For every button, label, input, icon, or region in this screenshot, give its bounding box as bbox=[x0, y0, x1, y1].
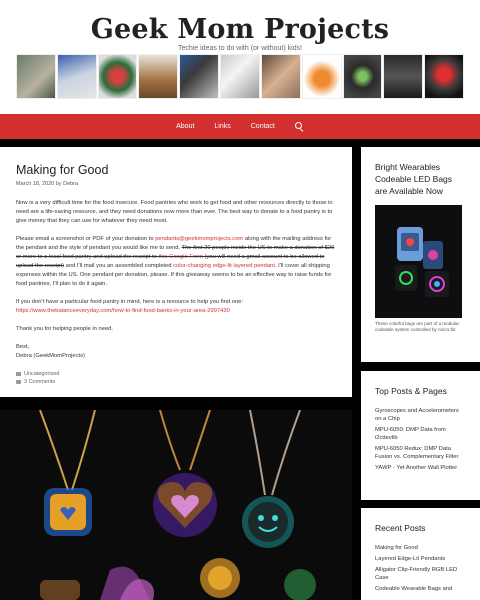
image-caption: These colorful bags are part of a modula… bbox=[375, 321, 460, 332]
nav-item-contact[interactable]: Contact bbox=[251, 123, 275, 130]
banner-tile bbox=[424, 54, 464, 99]
banner-tile bbox=[301, 54, 342, 99]
site-tagline: Techie ideas to do with (or without) kid… bbox=[177, 45, 303, 52]
email-link[interactable]: pendants@geekmomprojects.com bbox=[155, 236, 243, 242]
p2-text-c: and I'll mail you an assembled completed bbox=[64, 263, 174, 269]
google-form-link[interactable]: this Google Form bbox=[158, 254, 202, 260]
category-link[interactable]: Uncategorized bbox=[24, 370, 59, 378]
by-label: by bbox=[55, 181, 62, 187]
banner-tile bbox=[97, 54, 138, 99]
banner-tile bbox=[260, 54, 301, 99]
banner-tile bbox=[179, 54, 220, 99]
signature: Best, Debra (GeekMomProjects) bbox=[16, 343, 336, 361]
search-icon[interactable] bbox=[294, 122, 304, 131]
featured-image bbox=[0, 410, 352, 600]
led-bags-image[interactable] bbox=[375, 205, 462, 318]
article-title[interactable]: Making for Good bbox=[16, 163, 336, 177]
list-item[interactable]: Gyroscopes and Accelerometers on a Chip bbox=[375, 407, 464, 423]
banner-tile bbox=[56, 54, 97, 99]
nav-item-about[interactable]: About bbox=[176, 123, 194, 130]
main-navigation: About Links Contact bbox=[0, 114, 480, 139]
widget-title: Top Posts & Pages bbox=[375, 386, 447, 396]
widget-top-posts: Top Posts & Pages Gyroscopes and Acceler… bbox=[361, 371, 480, 500]
article-footer: Uncategorized 3 Comments bbox=[16, 370, 336, 386]
widget-title: Recent Posts bbox=[375, 523, 426, 533]
list-item[interactable]: Making for Good bbox=[375, 544, 464, 552]
banner-tile bbox=[220, 54, 260, 99]
p3-text: If you don't have a particular food pant… bbox=[16, 299, 243, 305]
recent-posts-list: Making for Good Layered Edge-Lit Pendant… bbox=[375, 544, 464, 593]
divider bbox=[0, 139, 480, 147]
led-bags-photo bbox=[375, 205, 462, 318]
paragraph-thanks: Thank you for helping people in need. bbox=[16, 326, 114, 332]
comments-link[interactable]: 3 Comments bbox=[24, 378, 55, 386]
list-item[interactable]: MPU-6050 Redux: DMP Data Fusion vs. Comp… bbox=[375, 445, 464, 461]
widget-recent-posts: Recent Posts Making for Good Layered Edg… bbox=[361, 508, 480, 600]
list-item[interactable]: Alligator Clip-Friendly RGB LED Case bbox=[375, 566, 464, 582]
article-meta: March 18, 2020 by Debra bbox=[16, 181, 336, 187]
banner-tile bbox=[16, 54, 56, 99]
folder-icon bbox=[16, 372, 21, 376]
banner-tile bbox=[383, 54, 424, 99]
list-item[interactable]: Layered Edge-Lit Pendants bbox=[375, 555, 464, 563]
p2-text-a: Please email a screenshot or PDF of your… bbox=[16, 236, 156, 242]
signature-line-2: Debra (GeekMomProjects) bbox=[16, 353, 85, 359]
pendants-photo bbox=[0, 410, 352, 600]
nav-item-links[interactable]: Links bbox=[214, 123, 230, 130]
banner-tile bbox=[138, 54, 179, 99]
food-bank-link[interactable]: https://www.thebalanceeveryday.com/how-t… bbox=[16, 308, 230, 314]
paragraph-intro: Now is a very difficult time for the foo… bbox=[16, 200, 333, 224]
paragraph-resource: If you don't have a particular food pant… bbox=[16, 298, 336, 316]
widget-title[interactable]: Bright Wearables Codeable LED Bags are A… bbox=[375, 161, 464, 197]
banner-tile bbox=[342, 54, 383, 99]
top-posts-list: Gyroscopes and Accelerometers on a Chip … bbox=[375, 407, 464, 472]
site-title[interactable]: Geek Mom Projects bbox=[0, 14, 480, 45]
article: Making for Good March 18, 2020 by Debra … bbox=[0, 147, 352, 397]
header-banner-image bbox=[16, 54, 464, 99]
signature-line-1: Best, bbox=[16, 344, 30, 350]
site-header: Geek Mom Projects Techie ideas to do wit… bbox=[0, 0, 480, 114]
list-item[interactable]: YAWP - Yet Another Wall Plotter bbox=[375, 464, 464, 472]
list-item[interactable]: MPU-6050: DMP Data from i2cdevlib bbox=[375, 426, 464, 442]
comment-icon bbox=[16, 380, 21, 384]
pendant-link[interactable]: color-changing edge-lit layered pendant bbox=[173, 263, 275, 269]
paragraph-donation: Please email a screenshot or PDF of your… bbox=[16, 235, 336, 289]
widget-bright-wearables: Bright Wearables Codeable LED Bags are A… bbox=[361, 147, 480, 362]
list-item[interactable]: Codeable Wearable Bags and bbox=[375, 585, 464, 593]
article-author[interactable]: Debra bbox=[63, 181, 78, 187]
article-date[interactable]: March 18, 2020 bbox=[16, 181, 54, 187]
